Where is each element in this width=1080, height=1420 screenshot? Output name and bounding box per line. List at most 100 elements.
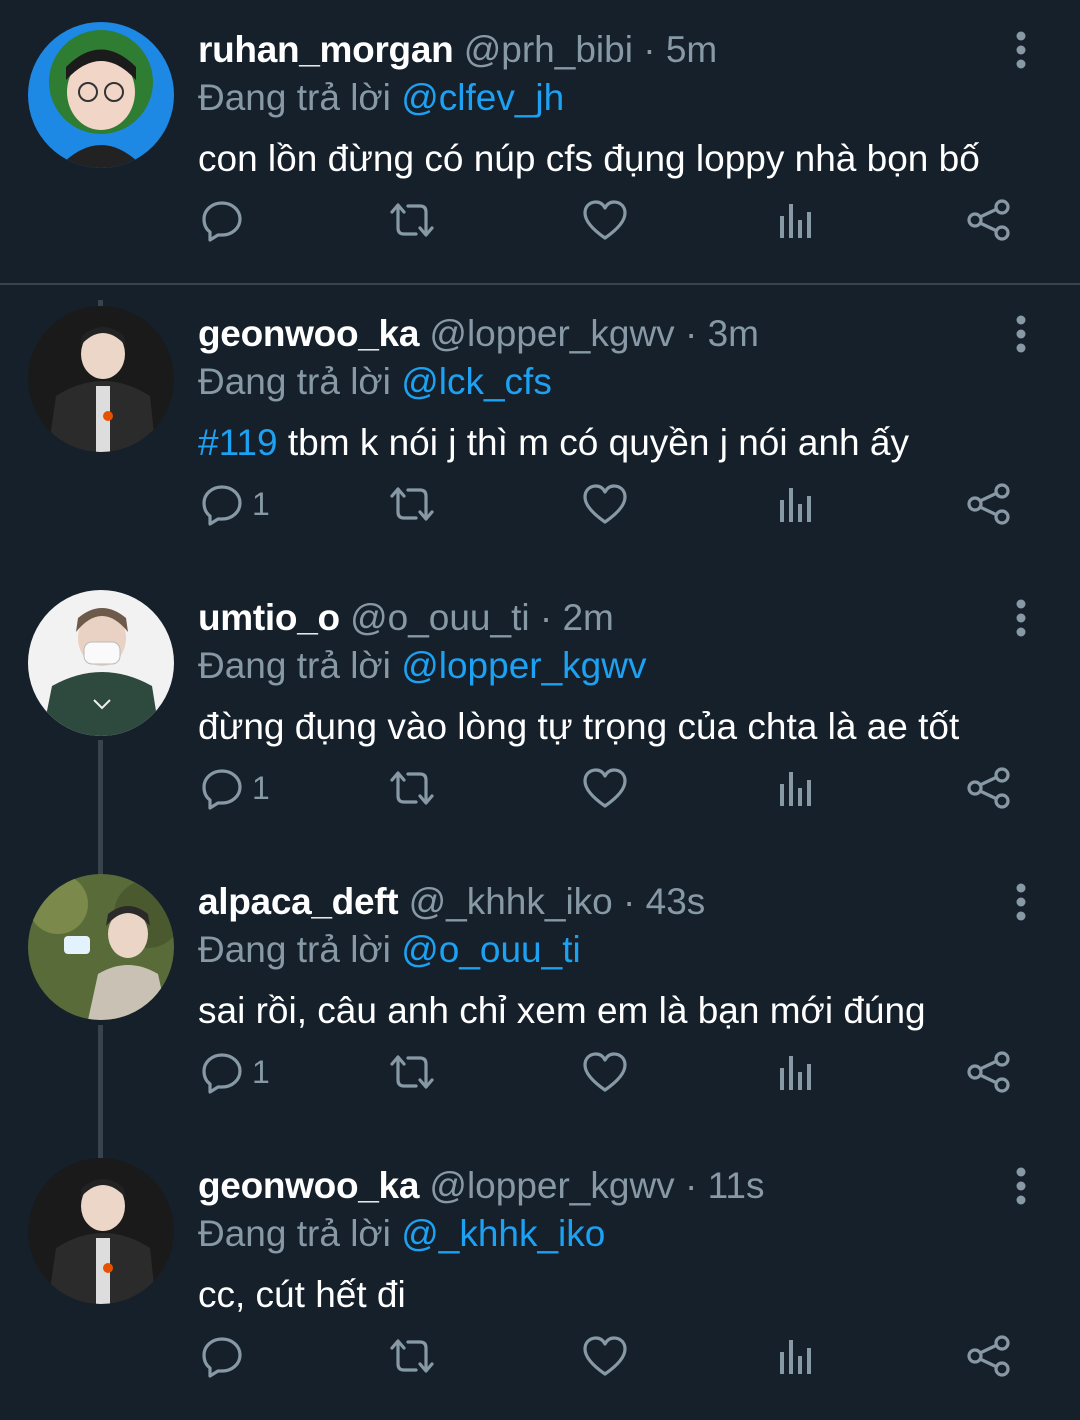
retweet-button[interactable] — [388, 1042, 436, 1102]
reply-button[interactable]: 1 — [200, 1042, 270, 1102]
avatar[interactable] — [28, 1158, 174, 1304]
share-icon — [967, 199, 1010, 241]
tweet[interactable]: geonwoo_ka @lopper_kgwv · 11s Đang trả l… — [0, 1136, 1080, 1420]
action-bar: 1 — [0, 1042, 1080, 1102]
hashtag-link[interactable]: #119 — [198, 422, 278, 463]
heart-icon — [583, 1052, 627, 1092]
replying-to: Đang trả lời @lck_cfs — [198, 360, 552, 404]
replying-to: Đang trả lời @clfev_jh — [198, 76, 564, 120]
timestamp[interactable]: 43s — [646, 881, 706, 922]
share-button[interactable] — [966, 1326, 1012, 1386]
heart-icon — [583, 200, 627, 240]
like-button[interactable] — [582, 190, 628, 250]
tweet-header: geonwoo_ka @lopper_kgwv · 11s — [198, 1164, 765, 1208]
more-vertical-icon[interactable] — [1004, 1166, 1038, 1206]
mention-link[interactable]: @lopper_kgwv — [401, 645, 646, 686]
share-button[interactable] — [966, 1042, 1012, 1102]
like-button[interactable] — [582, 1326, 628, 1386]
mention-link[interactable]: @o_ouu_ti — [401, 929, 581, 970]
replying-to: Đang trả lời @o_ouu_ti — [198, 928, 581, 972]
reply-button[interactable]: 1 — [200, 474, 270, 534]
avatar[interactable] — [28, 22, 174, 168]
like-button[interactable] — [582, 1042, 628, 1102]
display-name[interactable]: ruhan_morgan — [198, 29, 454, 70]
retweet-button[interactable] — [388, 758, 436, 818]
more-vertical-icon[interactable] — [1004, 314, 1038, 354]
reply-icon — [202, 485, 242, 526]
timestamp[interactable]: 11s — [708, 1165, 765, 1206]
views-button[interactable] — [776, 190, 816, 250]
like-button[interactable] — [582, 474, 628, 534]
views-button[interactable] — [776, 474, 816, 534]
share-icon — [967, 767, 1010, 809]
action-bar: 1 — [0, 758, 1080, 818]
avatar[interactable] — [28, 874, 174, 1020]
username[interactable]: @o_ouu_ti — [350, 597, 530, 638]
username[interactable]: @lopper_kgwv — [429, 313, 674, 354]
tweet[interactable]: ruhan_morgan @prh_bibi · 5m Đang trả lời… — [0, 0, 1080, 284]
display-name[interactable]: umtio_o — [198, 597, 340, 638]
mention-link[interactable]: @clfev_jh — [401, 77, 564, 118]
retweet-button[interactable] — [388, 1326, 436, 1386]
share-button[interactable] — [966, 474, 1012, 534]
username[interactable]: @lopper_kgwv — [429, 1165, 674, 1206]
share-button[interactable] — [966, 758, 1012, 818]
tweet-text: đừng đụng vào lòng tự trọng của chta là … — [198, 704, 959, 750]
retweet-icon — [390, 203, 434, 237]
retweet-icon — [390, 1055, 434, 1089]
avatar[interactable] — [28, 306, 174, 452]
share-button[interactable] — [966, 190, 1012, 250]
separator: · — [539, 597, 553, 638]
share-icon — [967, 483, 1010, 525]
retweet-icon — [390, 487, 434, 521]
tweet-header: umtio_o @o_ouu_ti · 2m — [198, 596, 614, 640]
more-vertical-icon[interactable] — [1004, 598, 1038, 638]
separator: · — [643, 29, 656, 70]
mention-link[interactable]: @_khhk_iko — [401, 1213, 605, 1254]
timestamp[interactable]: 2m — [562, 597, 613, 638]
share-icon — [967, 1051, 1010, 1093]
action-bar — [0, 190, 1080, 250]
timestamp[interactable]: 3m — [708, 313, 759, 354]
reply-icon — [202, 1337, 242, 1378]
username[interactable]: @_khhk_iko — [409, 881, 613, 922]
tweet[interactable]: geonwoo_ka @lopper_kgwv · 3m Đang trả lờ… — [0, 284, 1080, 568]
reply-icon — [202, 769, 242, 810]
more-vertical-icon[interactable] — [1004, 30, 1038, 70]
avatar[interactable] — [28, 590, 174, 736]
views-button[interactable] — [776, 1042, 816, 1102]
retweet-button[interactable] — [388, 190, 436, 250]
reply-button[interactable]: 1 — [200, 758, 270, 818]
display-name[interactable]: alpaca_deft — [198, 881, 399, 922]
more-vertical-icon[interactable] — [1004, 882, 1038, 922]
tweet-body: con lồn đừng có núp cfs đụng loppy nhà b… — [198, 138, 980, 179]
analytics-icon — [780, 772, 811, 806]
action-bar — [0, 1326, 1080, 1386]
heart-icon — [583, 768, 627, 808]
retweet-button[interactable] — [388, 474, 436, 534]
mention-link[interactable]: @lck_cfs — [401, 361, 552, 402]
analytics-icon — [780, 1340, 811, 1374]
username[interactable]: @prh_bibi — [464, 29, 633, 70]
tweet-header: geonwoo_ka @lopper_kgwv · 3m — [198, 312, 759, 356]
tweet[interactable]: alpaca_deft @_khhk_iko · 43s Đang trả lờ… — [0, 852, 1080, 1136]
display-name[interactable]: geonwoo_ka — [198, 1165, 419, 1206]
reply-button[interactable] — [200, 190, 252, 250]
analytics-icon — [780, 1056, 811, 1090]
views-button[interactable] — [776, 1326, 816, 1386]
separator: · — [684, 1165, 698, 1206]
tweet-header: alpaca_deft @_khhk_iko · 43s — [198, 880, 705, 924]
display-name[interactable]: geonwoo_ka — [198, 313, 419, 354]
reply-button[interactable] — [200, 1326, 252, 1386]
tweet-text: sai rồi, câu anh chỉ xem em là bạn mới đ… — [198, 988, 926, 1034]
tweet-thread: ruhan_morgan @prh_bibi · 5m Đang trả lời… — [0, 0, 1080, 1420]
analytics-icon — [780, 204, 811, 238]
like-button[interactable] — [582, 758, 628, 818]
replying-to-label: Đang trả lời — [198, 929, 391, 970]
timestamp[interactable]: 5m — [666, 29, 717, 70]
heart-icon — [583, 484, 627, 524]
tweet[interactable]: umtio_o @o_ouu_ti · 2m Đang trả lời @lop… — [0, 568, 1080, 852]
replying-to: Đang trả lời @lopper_kgwv — [198, 644, 646, 688]
reply-icon — [202, 201, 242, 242]
views-button[interactable] — [776, 758, 816, 818]
